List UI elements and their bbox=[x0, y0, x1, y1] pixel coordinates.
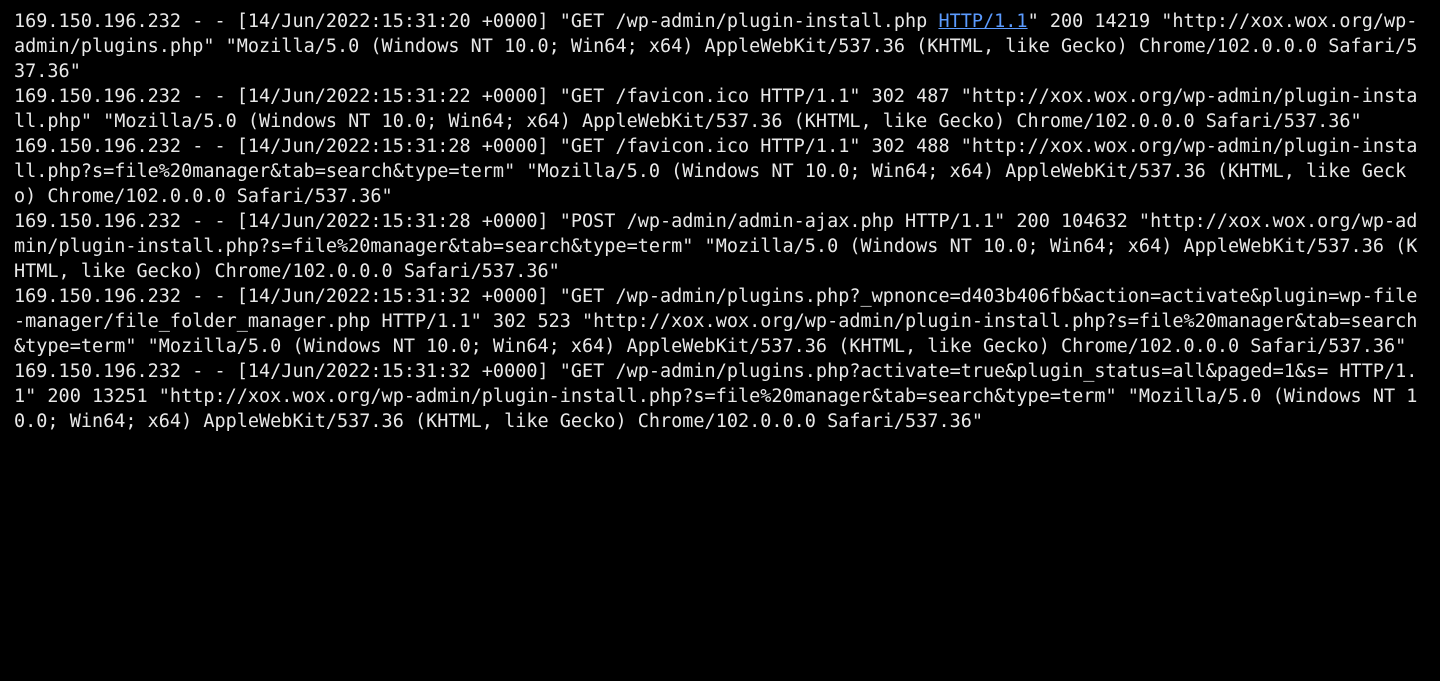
log-entry: 169.150.196.232 - - [14/Jun/2022:15:31:3… bbox=[14, 286, 1417, 357]
log-entry: 169.150.196.232 - - [14/Jun/2022:15:31:2… bbox=[14, 11, 1417, 82]
log-text-pre: 169.150.196.232 - - [14/Jun/2022:15:31:2… bbox=[14, 11, 938, 32]
log-entry: 169.150.196.232 - - [14/Jun/2022:15:31:2… bbox=[14, 211, 1417, 282]
log-text-pre: 169.150.196.232 - - [14/Jun/2022:15:31:3… bbox=[14, 286, 1417, 357]
log-text-pre: 169.150.196.232 - - [14/Jun/2022:15:31:3… bbox=[14, 361, 1417, 432]
log-text-pre: 169.150.196.232 - - [14/Jun/2022:15:31:2… bbox=[14, 86, 1417, 132]
terminal-output[interactable]: 169.150.196.232 - - [14/Jun/2022:15:31:2… bbox=[0, 0, 1440, 681]
log-text-pre: 169.150.196.232 - - [14/Jun/2022:15:31:2… bbox=[14, 136, 1417, 207]
log-entry: 169.150.196.232 - - [14/Jun/2022:15:31:3… bbox=[14, 361, 1417, 432]
log-entry: 169.150.196.232 - - [14/Jun/2022:15:31:2… bbox=[14, 136, 1417, 207]
http-version-link[interactable]: HTTP/1.1 bbox=[938, 11, 1027, 32]
log-text-pre: 169.150.196.232 - - [14/Jun/2022:15:31:2… bbox=[14, 211, 1417, 282]
log-entry: 169.150.196.232 - - [14/Jun/2022:15:31:2… bbox=[14, 86, 1417, 132]
